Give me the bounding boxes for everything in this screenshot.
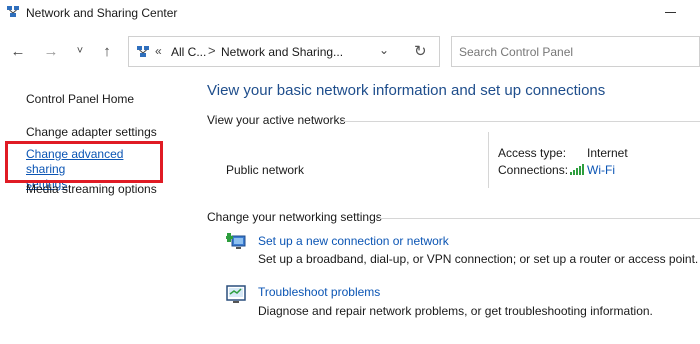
setup-new-connection-description: Set up a broadband, dial-up, or VPN conn… <box>258 252 699 266</box>
back-arrow-icon[interactable]: ← <box>7 36 29 66</box>
address-dropdown-icon[interactable]: ⌄ <box>379 43 389 57</box>
control-panel-icon <box>137 46 149 57</box>
setup-new-connection-link[interactable]: Set up a new connection or network <box>258 234 449 248</box>
new-connection-icon <box>226 233 246 249</box>
breadcrumb-separator[interactable]: > <box>208 43 216 58</box>
sidebar-item-change-adapter-settings[interactable]: Change adapter settings <box>26 125 157 139</box>
wifi-signal-icon <box>570 164 584 175</box>
breadcrumb-overflow[interactable]: « <box>155 44 162 58</box>
search-input[interactable]: Search Control Panel <box>451 36 700 67</box>
network-name: Public network <box>226 163 305 177</box>
sidebar-item-control-panel-home[interactable]: Control Panel Home <box>26 92 134 106</box>
minimize-icon[interactable] <box>664 6 678 20</box>
troubleshoot-icon <box>226 285 246 303</box>
network-center-icon <box>7 6 19 17</box>
section-label-active-networks: View your active networks <box>207 113 346 127</box>
window-title: Network and Sharing Center <box>26 6 178 20</box>
breadcrumb-network-sharing[interactable]: Network and Sharing... <box>221 45 343 59</box>
access-type-label: Access type: <box>498 146 567 160</box>
forward-arrow-icon[interactable]: → <box>40 36 62 66</box>
navigation-bar: ← → ˅ ↑ « All C... > Network and Sharing… <box>0 36 700 68</box>
divider <box>488 132 489 188</box>
refresh-icon[interactable]: ↻ <box>414 42 427 60</box>
divider <box>375 218 700 219</box>
sidebar-item-media-streaming-options[interactable]: Media streaming options <box>26 182 157 196</box>
page-title: View your basic network information and … <box>207 82 606 99</box>
breadcrumb-all-control-panel[interactable]: All C... <box>171 45 206 59</box>
section-label-change-settings: Change your networking settings <box>207 210 382 224</box>
troubleshoot-problems-link[interactable]: Troubleshoot problems <box>258 285 380 299</box>
recent-locations-icon[interactable]: ˅ <box>69 36 91 66</box>
troubleshoot-problems-description: Diagnose and repair network problems, or… <box>258 304 653 318</box>
wifi-connection-link[interactable]: Wi-Fi <box>587 163 615 177</box>
highlight-annotation <box>5 141 163 183</box>
divider <box>340 121 700 122</box>
address-bar[interactable]: « All C... > Network and Sharing... ⌄ ↻ <box>128 36 440 67</box>
search-placeholder: Search Control Panel <box>459 45 574 59</box>
up-arrow-icon[interactable]: ↑ <box>96 36 118 66</box>
access-type-value: Internet <box>587 146 628 160</box>
title-bar: Network and Sharing Center <box>0 0 700 28</box>
connections-label: Connections: <box>498 163 569 177</box>
